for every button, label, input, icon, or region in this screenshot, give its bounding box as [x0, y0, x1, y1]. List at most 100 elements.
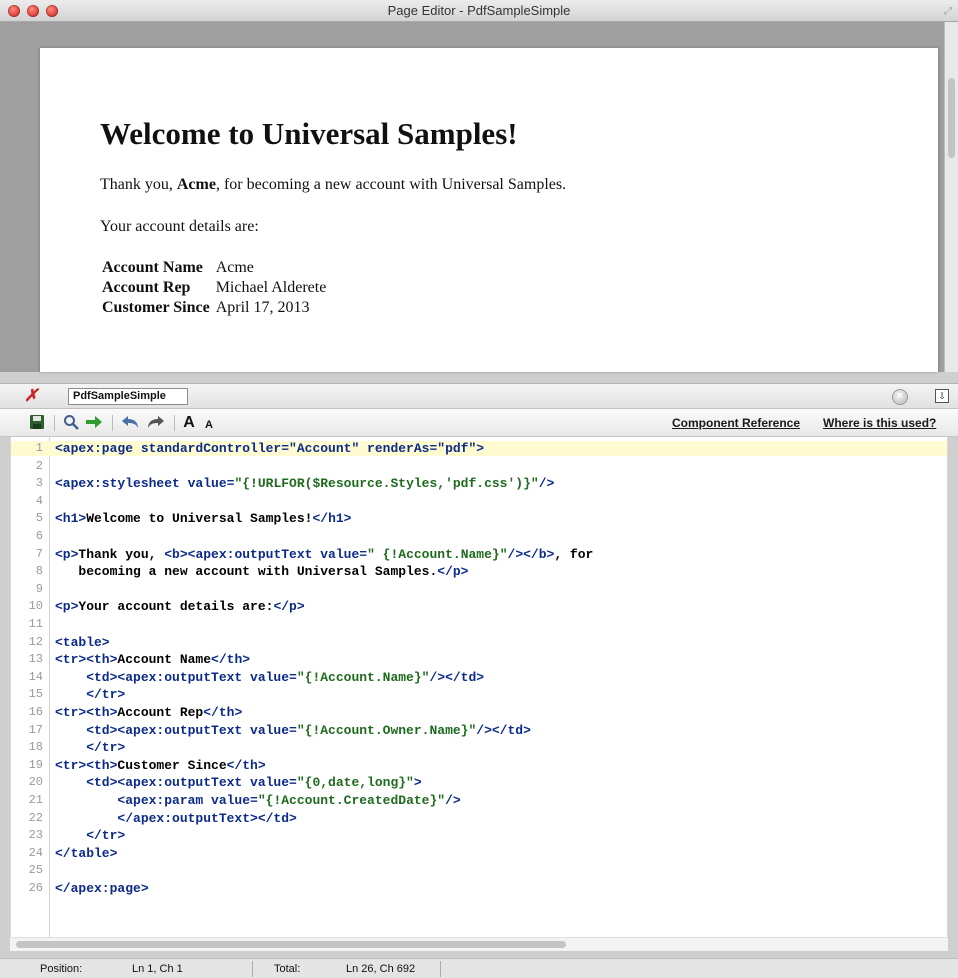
code-line[interactable]: 10 <p>Your account details are:</p>: [11, 599, 947, 615]
status-bar: Position: Ln 1, Ch 1 Total: Ln 26, Ch 69…: [0, 958, 958, 978]
dock-panel-icon[interactable]: ⇩: [935, 389, 949, 403]
save-icon[interactable]: [28, 414, 46, 432]
row-label: Account Rep: [102, 279, 191, 296]
code-line[interactable]: 7 <p>Thank you, <b><apex:outputText value…: [11, 546, 947, 562]
decrease-font-button[interactable]: A: [202, 416, 216, 434]
code-line[interactable]: 26 </apex:page>: [11, 881, 947, 896]
code-line[interactable]: 11: [11, 617, 947, 632]
code-text: <apex:param value="{!Account.CreatedDate…: [55, 793, 460, 808]
code-token: becoming a new account with Universal Sa…: [55, 564, 438, 580]
code-token: >: [413, 775, 422, 791]
code-line[interactable]: 1 <apex:page standardController="Account"…: [11, 441, 947, 456]
code-editor[interactable]: 1 <apex:page standardController="Account"…: [10, 437, 948, 937]
line-number: 23: [28, 828, 43, 843]
status-separator: [252, 961, 253, 977]
code-line[interactable]: 25: [11, 863, 947, 878]
code-line[interactable]: 4: [11, 493, 947, 509]
line-number: 15: [28, 687, 43, 702]
code-text: <apex:stylesheet value="{!URLFOR($Resour…: [55, 476, 554, 491]
code-token: "{!Account.CreatedDate}": [257, 793, 446, 808]
code-token: <h1>: [55, 511, 87, 527]
code-line[interactable]: 14 <td><apex:outputText value="{!Account…: [11, 670, 947, 685]
table-row: Account Rep Michael Alderete: [102, 278, 326, 298]
code-token: </th>: [203, 705, 243, 720]
code-line[interactable]: 22 </apex:outputText></td>: [11, 810, 947, 826]
status-separator: [440, 961, 441, 977]
table-row: Account Name Acme: [102, 258, 326, 278]
code-token: Your account details are:: [78, 599, 274, 615]
line-number: 12: [28, 634, 43, 649]
toolbar-separator: [112, 415, 113, 431]
line-number: 2: [35, 458, 43, 473]
code-line[interactable]: 2: [11, 458, 947, 474]
line-number: 16: [28, 705, 43, 719]
line-number: 9: [35, 581, 43, 596]
thanks-prefix: Thank you,: [100, 176, 177, 193]
code-line[interactable]: 21 <apex:param value="{!Account.CreatedD…: [11, 793, 947, 808]
code-line[interactable]: 19 <tr><th>Customer Since</th>: [11, 758, 947, 773]
preview-scroll-thumb[interactable]: [948, 78, 955, 158]
code-line[interactable]: 16 <tr><th>Account Rep</th>: [11, 705, 947, 720]
code-line[interactable]: 3 <apex:stylesheet value="{!URLFOR($Resou…: [11, 476, 947, 491]
file-tab[interactable]: PdfSampleSimple: [68, 388, 188, 405]
preview-scrollbar[interactable]: [944, 22, 958, 372]
row-value: April 17, 2013: [215, 299, 310, 316]
increase-font-button[interactable]: A: [180, 414, 198, 432]
editor-toolbar: A A Component Reference Where is this us…: [0, 409, 958, 437]
code-horizontal-scrollbar[interactable]: [10, 937, 948, 951]
code-line[interactable]: 20 <td><apex:outputText value="{0,date,l…: [11, 775, 947, 791]
code-token: <apex:page standardController="Account" …: [55, 441, 485, 456]
close-tab-icon[interactable]: ✕: [892, 389, 908, 405]
code-token: "{0,date,long}": [296, 775, 414, 791]
position-value: Ln 1, Ch 1: [132, 963, 183, 975]
line-number: 22: [28, 810, 43, 825]
search-icon[interactable]: [62, 414, 80, 432]
line-number: 18: [28, 740, 43, 755]
code-line[interactable]: 8 becoming a new account with Universal …: [11, 564, 947, 579]
code-line[interactable]: 17 <td><apex:outputText value="{!Account…: [11, 723, 947, 738]
horizontal-scroll-thumb[interactable]: [16, 941, 566, 948]
redo-icon[interactable]: [146, 414, 166, 432]
account-details-table: Account Name Acme Account Rep Michael Alde…: [102, 258, 326, 318]
fullscreen-icon[interactable]: ⤢: [944, 6, 952, 17]
code-token: <table>: [55, 634, 110, 650]
line-number: 11: [28, 617, 43, 631]
code-token: <p>: [55, 599, 79, 615]
component-reference-link[interactable]: Component Reference: [672, 416, 800, 430]
code-token: </th>: [211, 652, 251, 668]
code-line[interactable]: 5 <h1>Welcome to Universal Samples!</h1>: [11, 511, 947, 527]
line-number: 24: [28, 845, 43, 860]
code-line[interactable]: 15 </tr>: [11, 687, 947, 702]
code-text: </apex:outputText></td>: [55, 811, 296, 826]
code-token: Account Rep: [117, 705, 204, 720]
position-label: Position:: [40, 963, 83, 975]
code-token: " {!Account.Name}": [367, 546, 508, 562]
toolbar-separator: [174, 415, 175, 431]
where-used-link[interactable]: Where is this used?: [823, 416, 936, 430]
code-line[interactable]: 18 </tr>: [11, 740, 947, 755]
code-token: Welcome to Universal Samples!: [86, 511, 313, 527]
line-number: 21: [28, 793, 43, 807]
line-number: 26: [28, 881, 43, 895]
code-line[interactable]: 13 <tr><th>Account Name</th>: [11, 652, 947, 668]
code-token: <apex:param value=: [55, 793, 258, 808]
code-line[interactable]: 24 </table>: [11, 845, 947, 861]
preview-heading: Welcome to Universal Samples!: [100, 116, 518, 151]
pdf-preview-page: Welcome to Universal Samples! Thank you,…: [40, 48, 938, 372]
code-token: <b><apex:outputText value=: [164, 546, 368, 562]
code-text: <table>: [55, 635, 110, 650]
line-number: 4: [35, 493, 43, 508]
code-text: becoming a new account with Universal Sa…: [55, 564, 468, 579]
code-line[interactable]: 9: [11, 581, 947, 597]
code-line[interactable]: 12 <table>: [11, 634, 947, 650]
code-line[interactable]: 23 </tr>: [11, 828, 947, 843]
code-token: /></td>: [476, 722, 531, 738]
code-text: </tr>: [55, 740, 125, 755]
undo-icon[interactable]: [120, 414, 140, 432]
preview-details-intro: Your account details are:: [100, 218, 259, 235]
code-line[interactable]: 6: [11, 529, 947, 544]
code-text: </table>: [55, 846, 117, 861]
preview-thanks-paragraph: Thank you, Acme, for becoming a new acco…: [100, 176, 566, 194]
go-to-line-icon[interactable]: [84, 414, 104, 432]
code-text: <td><apex:outputText value="{!Account.Ow…: [55, 723, 531, 738]
